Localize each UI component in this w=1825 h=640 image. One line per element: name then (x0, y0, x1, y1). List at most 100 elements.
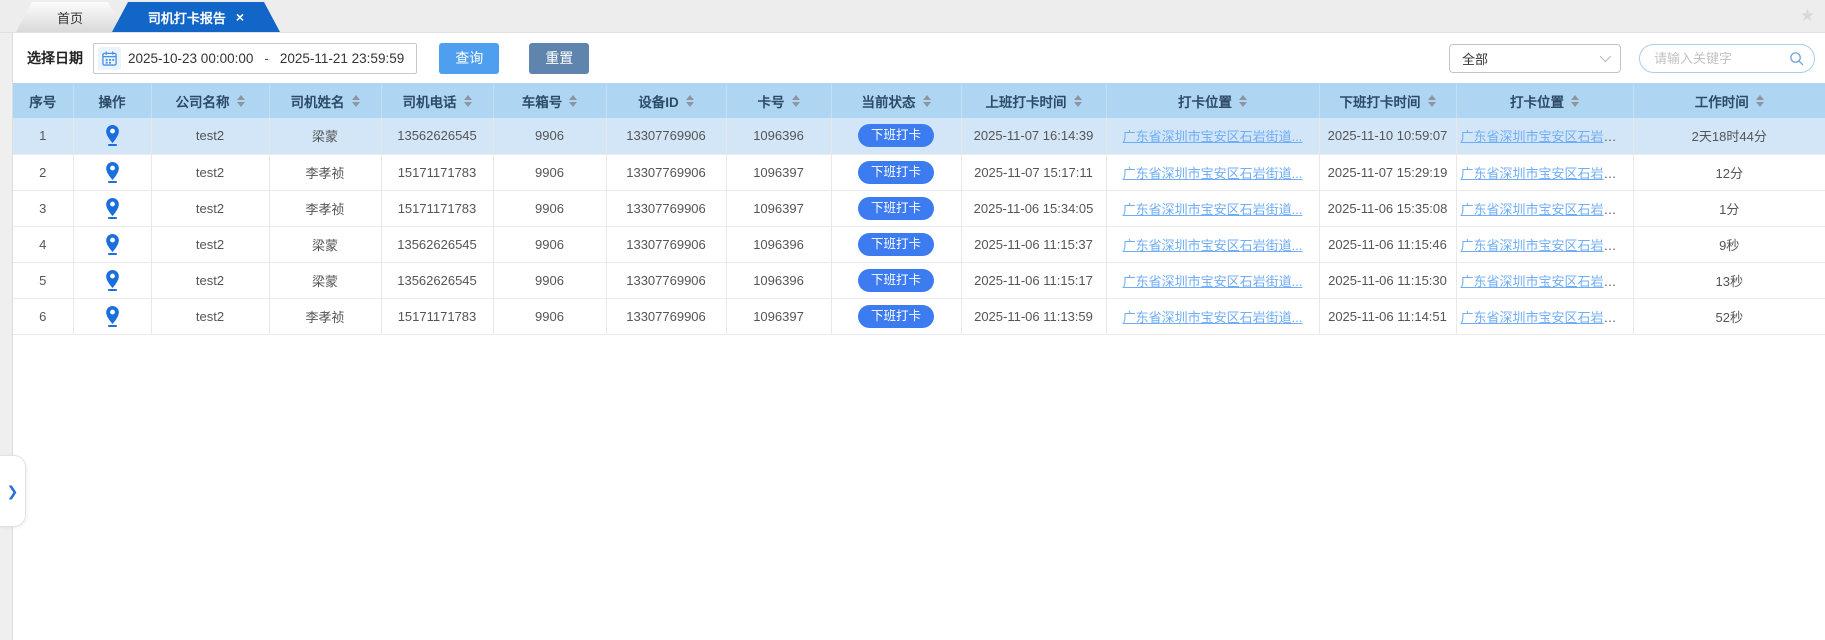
search-icon[interactable] (1789, 51, 1804, 66)
sort-icon[interactable] (1428, 95, 1436, 107)
cell-card-number: 1096397 (726, 190, 831, 226)
status-button[interactable]: 下班打卡 (858, 197, 934, 220)
column-header-off_loc[interactable]: 打卡位置 (1456, 83, 1633, 118)
location-pin-icon[interactable] (106, 198, 119, 219)
location-pin-icon[interactable] (106, 234, 119, 255)
column-header-phone[interactable]: 司机电话 (381, 83, 493, 118)
cell-status: 下班打卡 (831, 226, 961, 262)
cell-clockout-time: 2025-11-06 11:15:46 (1319, 226, 1456, 262)
tab-home[interactable]: 首页 (16, 2, 124, 32)
cell-clockout-time: 2025-11-06 15:35:08 (1319, 190, 1456, 226)
close-icon[interactable]: × (236, 10, 244, 24)
sort-icon[interactable] (1756, 95, 1764, 107)
table-row[interactable]: 2 test2 李孝祯 15171171783 9906 13307769906… (13, 154, 1825, 190)
clockin-location-link[interactable]: 广东省深圳市宝安区石岩街道... (1123, 202, 1303, 217)
cell-clockin-location: 广东省深圳市宝安区石岩街道... (1106, 262, 1319, 298)
cell-work-duration: 12分 (1633, 154, 1825, 190)
sort-icon[interactable] (237, 95, 245, 107)
favorite-star-icon[interactable]: ★ (1800, 6, 1815, 26)
sort-icon[interactable] (792, 95, 800, 107)
cell-company: test2 (151, 190, 269, 226)
column-header-device[interactable]: 设备ID (606, 83, 726, 118)
clockout-location-link[interactable]: 广东省深圳市宝安区石岩街道... (1461, 202, 1634, 217)
clockin-location-link[interactable]: 广东省深圳市宝安区石岩街道... (1123, 129, 1303, 144)
clockout-location-link[interactable]: 广东省深圳市宝安区石岩街道... (1461, 129, 1634, 144)
clockin-location-link[interactable]: 广东省深圳市宝安区石岩街道... (1123, 274, 1303, 289)
sort-icon[interactable] (1074, 95, 1082, 107)
location-pin-icon[interactable] (106, 162, 119, 183)
column-label: 序号 (29, 91, 56, 111)
clockout-location-link[interactable]: 广东省深圳市宝安区石岩街道... (1461, 166, 1634, 181)
column-header-car[interactable]: 车箱号 (493, 83, 606, 118)
column-header-driver[interactable]: 司机姓名 (269, 83, 381, 118)
column-header-status[interactable]: 当前状态 (831, 83, 961, 118)
sidebar-expand-handle[interactable]: ❯ (0, 455, 26, 527)
cell-clockin-location: 广东省深圳市宝安区石岩街道... (1106, 226, 1319, 262)
cell-car-number: 9906 (493, 262, 606, 298)
cell-work-duration: 9秒 (1633, 226, 1825, 262)
cell-operation (73, 190, 151, 226)
table-row[interactable]: 4 test2 梁蒙 13562626545 9906 13307769906 … (13, 226, 1825, 262)
date-end-value: 2025-11-21 23:59:59 (280, 51, 404, 66)
date-range-input[interactable]: 2025-10-23 00:00:00 - 2025-11-21 23:59:5… (93, 43, 417, 74)
status-button[interactable]: 下班打卡 (858, 233, 934, 256)
category-select[interactable]: 全部 (1449, 44, 1621, 73)
cell-status: 下班打卡 (831, 118, 961, 154)
sort-icon[interactable] (1239, 95, 1247, 107)
location-pin-icon[interactable] (106, 270, 119, 291)
cell-driver-name: 梁蒙 (269, 118, 381, 154)
column-header-card[interactable]: 卡号 (726, 83, 831, 118)
search-input[interactable] (1654, 51, 1789, 66)
cell-driver-phone: 13562626545 (381, 226, 493, 262)
cell-driver-name: 梁蒙 (269, 262, 381, 298)
table-row[interactable]: 6 test2 李孝祯 15171171783 9906 13307769906… (13, 298, 1825, 334)
query-button[interactable]: 查询 (439, 43, 499, 74)
column-label: 打卡位置 (1510, 91, 1564, 111)
column-header-company[interactable]: 公司名称 (151, 83, 269, 118)
cell-company: test2 (151, 298, 269, 334)
sort-icon[interactable] (352, 95, 360, 107)
location-pin-icon[interactable] (106, 306, 119, 327)
tab-driver-clockin-report[interactable]: 司机打卡报告 × (112, 2, 280, 32)
cell-clockout-location: 广东省深圳市宝安区石岩街道... (1456, 190, 1633, 226)
clockin-location-link[interactable]: 广东省深圳市宝安区石岩街道... (1123, 238, 1303, 253)
column-header-off_time[interactable]: 下班打卡时间 (1319, 83, 1456, 118)
cell-operation (73, 226, 151, 262)
cell-driver-phone: 15171171783 (381, 298, 493, 334)
clockout-location-link[interactable]: 广东省深圳市宝安区石岩街道... (1461, 310, 1634, 325)
status-button[interactable]: 下班打卡 (858, 124, 934, 147)
column-header-on_time[interactable]: 上班打卡时间 (961, 83, 1106, 118)
status-button[interactable]: 下班打卡 (858, 269, 934, 292)
status-button[interactable]: 下班打卡 (858, 161, 934, 184)
clockin-location-link[interactable]: 广东省深圳市宝安区石岩街道... (1123, 310, 1303, 325)
sort-icon[interactable] (1571, 95, 1579, 107)
cell-device-id: 13307769906 (606, 190, 726, 226)
date-start-value: 2025-10-23 00:00:00 (128, 51, 253, 66)
column-header-on_loc[interactable]: 打卡位置 (1106, 83, 1319, 118)
status-button[interactable]: 下班打卡 (858, 305, 934, 328)
cell-clockout-location: 广东省深圳市宝安区石岩街道... (1456, 118, 1633, 154)
tab-home-label: 首页 (57, 8, 83, 27)
left-gutter: ❯ (0, 33, 13, 640)
column-header-work[interactable]: 工作时间 (1633, 83, 1825, 118)
date-range-label: 选择日期 (27, 48, 83, 68)
clockout-location-link[interactable]: 广东省深圳市宝安区石岩街道... (1461, 238, 1634, 253)
sort-icon[interactable] (923, 95, 931, 107)
column-label: 公司名称 (176, 91, 230, 111)
location-pin-icon[interactable] (106, 125, 119, 146)
cell-clockout-location: 广东省深圳市宝安区石岩街道... (1456, 298, 1633, 334)
sort-icon[interactable] (569, 95, 577, 107)
sort-icon[interactable] (686, 95, 694, 107)
table-row[interactable]: 3 test2 李孝祯 15171171783 9906 13307769906… (13, 190, 1825, 226)
cell-clockin-time: 2025-11-06 11:15:37 (961, 226, 1106, 262)
clockout-location-link[interactable]: 广东省深圳市宝安区石岩街道... (1461, 274, 1634, 289)
table-row[interactable]: 1 test2 梁蒙 13562626545 9906 13307769906 … (13, 118, 1825, 154)
cell-driver-phone: 13562626545 (381, 262, 493, 298)
sort-icon[interactable] (464, 95, 472, 107)
filter-bar: 选择日期 2025-10-23 00:00:00 (13, 33, 1825, 79)
reset-button[interactable]: 重置 (529, 43, 589, 74)
column-label: 打卡位置 (1178, 91, 1232, 111)
table-row[interactable]: 5 test2 梁蒙 13562626545 9906 13307769906 … (13, 262, 1825, 298)
clockin-location-link[interactable]: 广东省深圳市宝安区石岩街道... (1123, 166, 1303, 181)
cell-clockin-time: 2025-11-07 15:17:11 (961, 154, 1106, 190)
